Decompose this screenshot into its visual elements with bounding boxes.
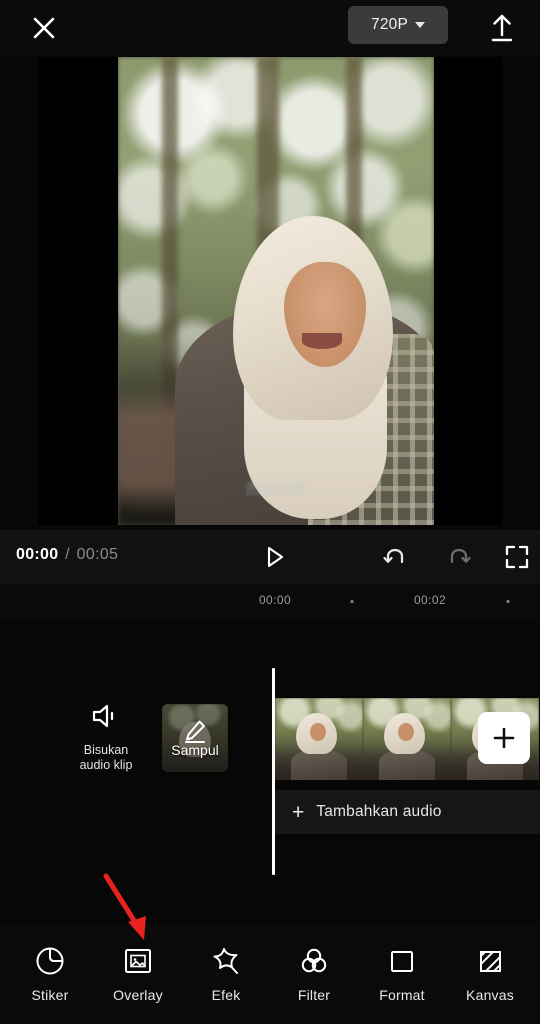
tool-kanvas[interactable]: Kanvas [448, 945, 532, 1003]
ruler-tick-label: 00:02 [413, 593, 447, 607]
tool-filter[interactable]: Filter [272, 945, 356, 1003]
resolution-dropdown[interactable]: 720P [348, 6, 448, 44]
video-frame-thumbnail [363, 698, 451, 780]
add-audio-track[interactable]: + Tambahkan audio [275, 790, 540, 834]
sticker-icon [35, 945, 65, 977]
tool-label: Format [379, 987, 425, 1003]
plus-icon [493, 727, 515, 749]
total-duration: 00:05 [76, 546, 119, 563]
redo-icon[interactable] [440, 538, 478, 576]
tool-label: Kanvas [466, 987, 514, 1003]
resolution-label: 720P [371, 16, 408, 33]
mute-audio-label-line2: audio klip [79, 758, 133, 772]
preview-photo: 图虫创意 [118, 57, 434, 525]
frame-body [290, 750, 348, 780]
speaker-mute-icon [66, 702, 146, 735]
cover-thumbnail-button[interactable]: Sampul [162, 704, 228, 772]
mute-audio-label-line1: Bisukan [83, 743, 129, 757]
video-editor-app: 720P 图虫创意 00:00 / 00:05 00:00 00:02 Bisu… [0, 0, 540, 1024]
ruler-tick-dot [350, 600, 354, 603]
timecode-display: 00:00 / 00:05 [16, 546, 118, 564]
chevron-down-icon [415, 22, 425, 28]
tool-format[interactable]: Format [360, 945, 444, 1003]
tool-label: Efek [211, 987, 241, 1003]
export-upload-icon[interactable] [482, 8, 522, 48]
effects-star-icon [211, 945, 241, 977]
tool-efek[interactable]: Efek [184, 945, 268, 1003]
play-icon[interactable] [255, 538, 293, 576]
ruler-tick-label: 00:00 [258, 593, 292, 607]
mute-audio-label: Bisukan audio klip [66, 743, 146, 773]
add-audio-label: Tambahkan audio [316, 803, 442, 820]
filter-circles-icon [299, 945, 329, 977]
subject-smile [302, 333, 343, 349]
video-frame-thumbnail [275, 698, 363, 780]
ruler-tick-dot [506, 600, 510, 603]
time-separator: / [65, 546, 70, 563]
stock-photo-watermark: 图虫创意 [246, 483, 306, 498]
timeline-ruler[interactable]: 00:00 00:02 [0, 584, 540, 620]
bottom-toolbar: Stiker Overlay Efek Filter Format Kanvas [0, 924, 540, 1024]
timeline-area[interactable]: Bisukan audio klip Sampul + Tambahkan au… [0, 620, 540, 920]
cover-thumbnail-label: Sampul [171, 742, 219, 758]
video-preview-canvas[interactable]: 图虫创意 [38, 57, 502, 525]
tool-stiker[interactable]: Stiker [8, 945, 92, 1003]
plus-icon: + [292, 800, 305, 824]
canvas-hatch-icon [475, 945, 505, 977]
close-icon[interactable] [24, 8, 64, 48]
frame-face [398, 722, 415, 741]
tool-label: Filter [297, 987, 331, 1003]
undo-icon[interactable] [376, 538, 414, 576]
top-bar: 720P [0, 0, 540, 56]
add-clip-button[interactable] [478, 712, 530, 764]
frame-body [378, 750, 436, 780]
tool-overlay[interactable]: Overlay [96, 945, 180, 1003]
current-time: 00:00 [16, 546, 59, 563]
overlay-icon [123, 945, 153, 977]
playback-bar: 00:00 / 00:05 [0, 530, 540, 584]
tool-label: Stiker [31, 987, 69, 1003]
format-square-icon [387, 945, 417, 977]
frame-face [310, 722, 327, 741]
tool-label: Overlay [113, 987, 163, 1003]
mute-audio-button[interactable]: Bisukan audio klip [66, 702, 146, 773]
playhead-indicator[interactable] [272, 668, 275, 875]
fullscreen-icon[interactable] [498, 538, 536, 576]
